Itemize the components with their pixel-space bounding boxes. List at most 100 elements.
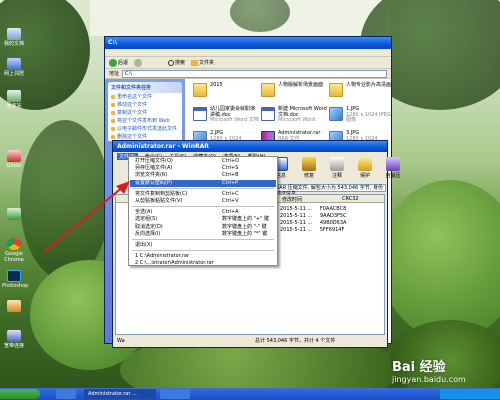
tree-foliage (20, 120, 110, 280)
desktop-icon-app[interactable] (2, 208, 26, 221)
menu-item-label: 取消选定(D) (135, 223, 163, 230)
desktop-icon-network[interactable]: 网上邻居 (2, 58, 26, 77)
menu-item-shortcut: Ctrl+S (222, 165, 239, 172)
desktop-icon-label: 回收站 (6, 103, 22, 109)
file-type: 1280 x 1024 JPEG 图像 (346, 111, 391, 123)
address-bar: 地址 C:\ (105, 69, 391, 79)
file-item[interactable]: 人物专业影片高清画 (329, 82, 393, 103)
taskbar-button[interactable] (56, 389, 76, 399)
menu-item-label: 设置默认密码(P) (135, 179, 172, 186)
menu-item-set-default-password[interactable]: 设置默认密码(P) Ctrl+P (130, 179, 276, 187)
app-icon (7, 208, 21, 220)
desktop-icon-label: 宽带连接 (3, 343, 24, 349)
desktop-icon-recycle-bin[interactable]: 回收站 (2, 90, 26, 109)
address-label: 地址 (109, 71, 120, 77)
desktop-icon-label: 网上邻居 (3, 71, 24, 77)
table-row[interactable]: 2015-5-11 ... 9AAD3F5C (280, 213, 347, 219)
desktop-icon-my-documents[interactable]: 我的文档 (2, 28, 26, 47)
tool-comment[interactable]: 注释 (329, 157, 345, 179)
explorer-title[interactable]: C:\ (105, 37, 391, 49)
explorer-toolbar: 后退 搜索 文件夹 (105, 57, 391, 69)
chrome-icon (7, 238, 21, 250)
desktop-icon-chrome[interactable]: Google Chrome (2, 238, 26, 263)
address-input[interactable]: C:\ (122, 69, 387, 78)
menu-item-exit[interactable]: 退出(X) (130, 242, 276, 249)
forward-button[interactable] (134, 58, 143, 67)
file-tasks-header[interactable]: 文件和文件夹任务 (108, 82, 182, 93)
winrar-archive-info[interactable]: RAR 压缩文件, 解包大小为 543,046 字节, 身份验证信息 (273, 184, 386, 197)
file-name: 2015 (210, 82, 223, 88)
menu-item-label: 反向选择(I) (135, 230, 161, 237)
status-total: 总计 543,046 字节，共计 4 个文件 (255, 338, 336, 344)
tool-repair[interactable]: 修复 (301, 157, 317, 179)
file-item[interactable]: 幼儿园家委会就职演讲稿.doc Microsoft Word 文档 (193, 106, 259, 127)
task-email[interactable]: 以电子邮件形式发送此文件 (108, 125, 182, 133)
menu-item-shortcut: Ctrl+P (222, 179, 239, 186)
winrar-title[interactable]: Administrator.rar - WinRAR (113, 141, 387, 152)
status-left: Wa (117, 338, 125, 344)
row-date: 2015-5-11 ... (280, 206, 313, 212)
tool-label: 修复 (303, 173, 314, 179)
task-rename[interactable]: 重命名这个文件 (108, 93, 182, 101)
menu-item-label: 浏览文件夹(R) (135, 172, 168, 179)
menu-item-copy-to-clipboard[interactable]: 将文件复制到剪贴板(C) Ctrl+C (130, 191, 276, 198)
file-item[interactable]: 新建 Microsoft Word 文档.doc Microsoft Word (261, 106, 327, 127)
menu-item-label: 将文件复制到剪贴板(C) (135, 190, 188, 197)
file-type: Microsoft Word (278, 117, 316, 123)
word-document-icon (261, 107, 275, 121)
task-move[interactable]: 移动这个文件 (108, 101, 182, 109)
desktop-icon-label: 我的文档 (3, 41, 24, 47)
folders-label: 文件夹 (199, 60, 215, 66)
table-row[interactable]: 2015-5-11 ... 49B0D63A (280, 220, 346, 226)
watermark-url: jingyan.baidu.com (392, 375, 466, 384)
desktop-icon-app[interactable] (2, 300, 26, 313)
folder-icon (261, 83, 275, 97)
tool-label: 自解压 (385, 173, 401, 179)
menu-item-recent-1[interactable]: 1 C:\Administrator.rar (130, 253, 276, 260)
folder-icon (191, 59, 199, 66)
tool-protect[interactable]: 保护 (357, 157, 373, 179)
protect-icon (358, 157, 372, 171)
menu-item-shortcut: Ctrl+B (222, 172, 239, 179)
sfx-icon (386, 157, 400, 171)
app-icon (7, 300, 21, 312)
file-item[interactable]: 人物版解析场景画面 (261, 82, 327, 103)
desktop-icon-ghost[interactable]: Ghost (2, 150, 26, 169)
task-copy[interactable]: 复制这个文件 (108, 109, 182, 117)
winrar-statusbar: Wa 总计 543,046 字节，共计 4 个文件 (115, 337, 385, 346)
taskbar-button[interactable] (160, 389, 190, 399)
menu-item-paste-from-clipboard[interactable]: 从剪贴板粘贴文件(V) Ctrl+V (130, 198, 276, 205)
task-publish-web[interactable]: 将这个文件发布到 Web (108, 117, 182, 125)
row-date: 2015-5-11 ... (280, 220, 313, 226)
file-type: Microsoft Word 文档 (210, 117, 259, 123)
recycle-bin-icon (7, 90, 21, 102)
taskbar-button-winrar[interactable]: Administrator.rar ... (84, 389, 156, 399)
menu-item-recent-2[interactable]: 2 C:\...istrator\Administrator.rar (130, 260, 276, 267)
bush (380, 180, 500, 340)
explorer-menubar (105, 49, 391, 57)
column-modified[interactable]: 修改时间 (282, 196, 302, 203)
desktop-icon-photoshop[interactable]: Photoshop (2, 270, 29, 289)
file-item[interactable]: 1.JPG 1280 x 1024 JPEG 图像 (329, 106, 393, 127)
start-button[interactable] (0, 389, 40, 399)
taskbar: Administrator.rar ... (0, 388, 500, 400)
baidu-jingyan-watermark: Bai 经验 jingyan.baidu.com (392, 356, 496, 384)
folders-button[interactable]: 文件夹 (191, 59, 214, 66)
desktop-icon-label: Photoshop (2, 283, 29, 289)
menu-item-label: 2 C:\...istrator\Administrator.rar (135, 260, 214, 267)
column-crc[interactable]: CRC32 (342, 196, 359, 202)
menu-item-label: 1 C:\Administrator.rar (135, 253, 190, 260)
search-button[interactable]: 搜索 (168, 59, 185, 66)
menu-item-invert-selection[interactable]: 反向选择(I) 数字键盘上的 "*" 键 (130, 231, 276, 238)
menu-item-select-group[interactable]: 选定组(S) 数字键盘上的 "+" 键 (130, 216, 276, 223)
desktop-icon-broadband[interactable]: 宽带连接 (2, 330, 26, 349)
back-button[interactable]: 后退 (109, 58, 129, 67)
menu-item-deselect[interactable]: 取消选定(D) 数字键盘上的 "-" 键 (130, 224, 276, 231)
table-row[interactable]: 2015-5-11 ... F0AACBC8 (280, 206, 346, 212)
file-menu-dropdown: 打开压缩文件(O) Ctrl+O 另存压缩文件(A) Ctrl+S 浏览文件夹(R)… (128, 156, 278, 266)
menu-item-browse-folder[interactable]: 浏览文件夹(R) Ctrl+B (130, 172, 276, 179)
back-label: 后退 (118, 60, 129, 66)
row-date: 2015-5-11 ... (280, 227, 313, 233)
tool-sfx[interactable]: 自解压 (385, 157, 401, 179)
table-row[interactable]: 2015-5-11 ... 5FF6914F (280, 227, 344, 233)
